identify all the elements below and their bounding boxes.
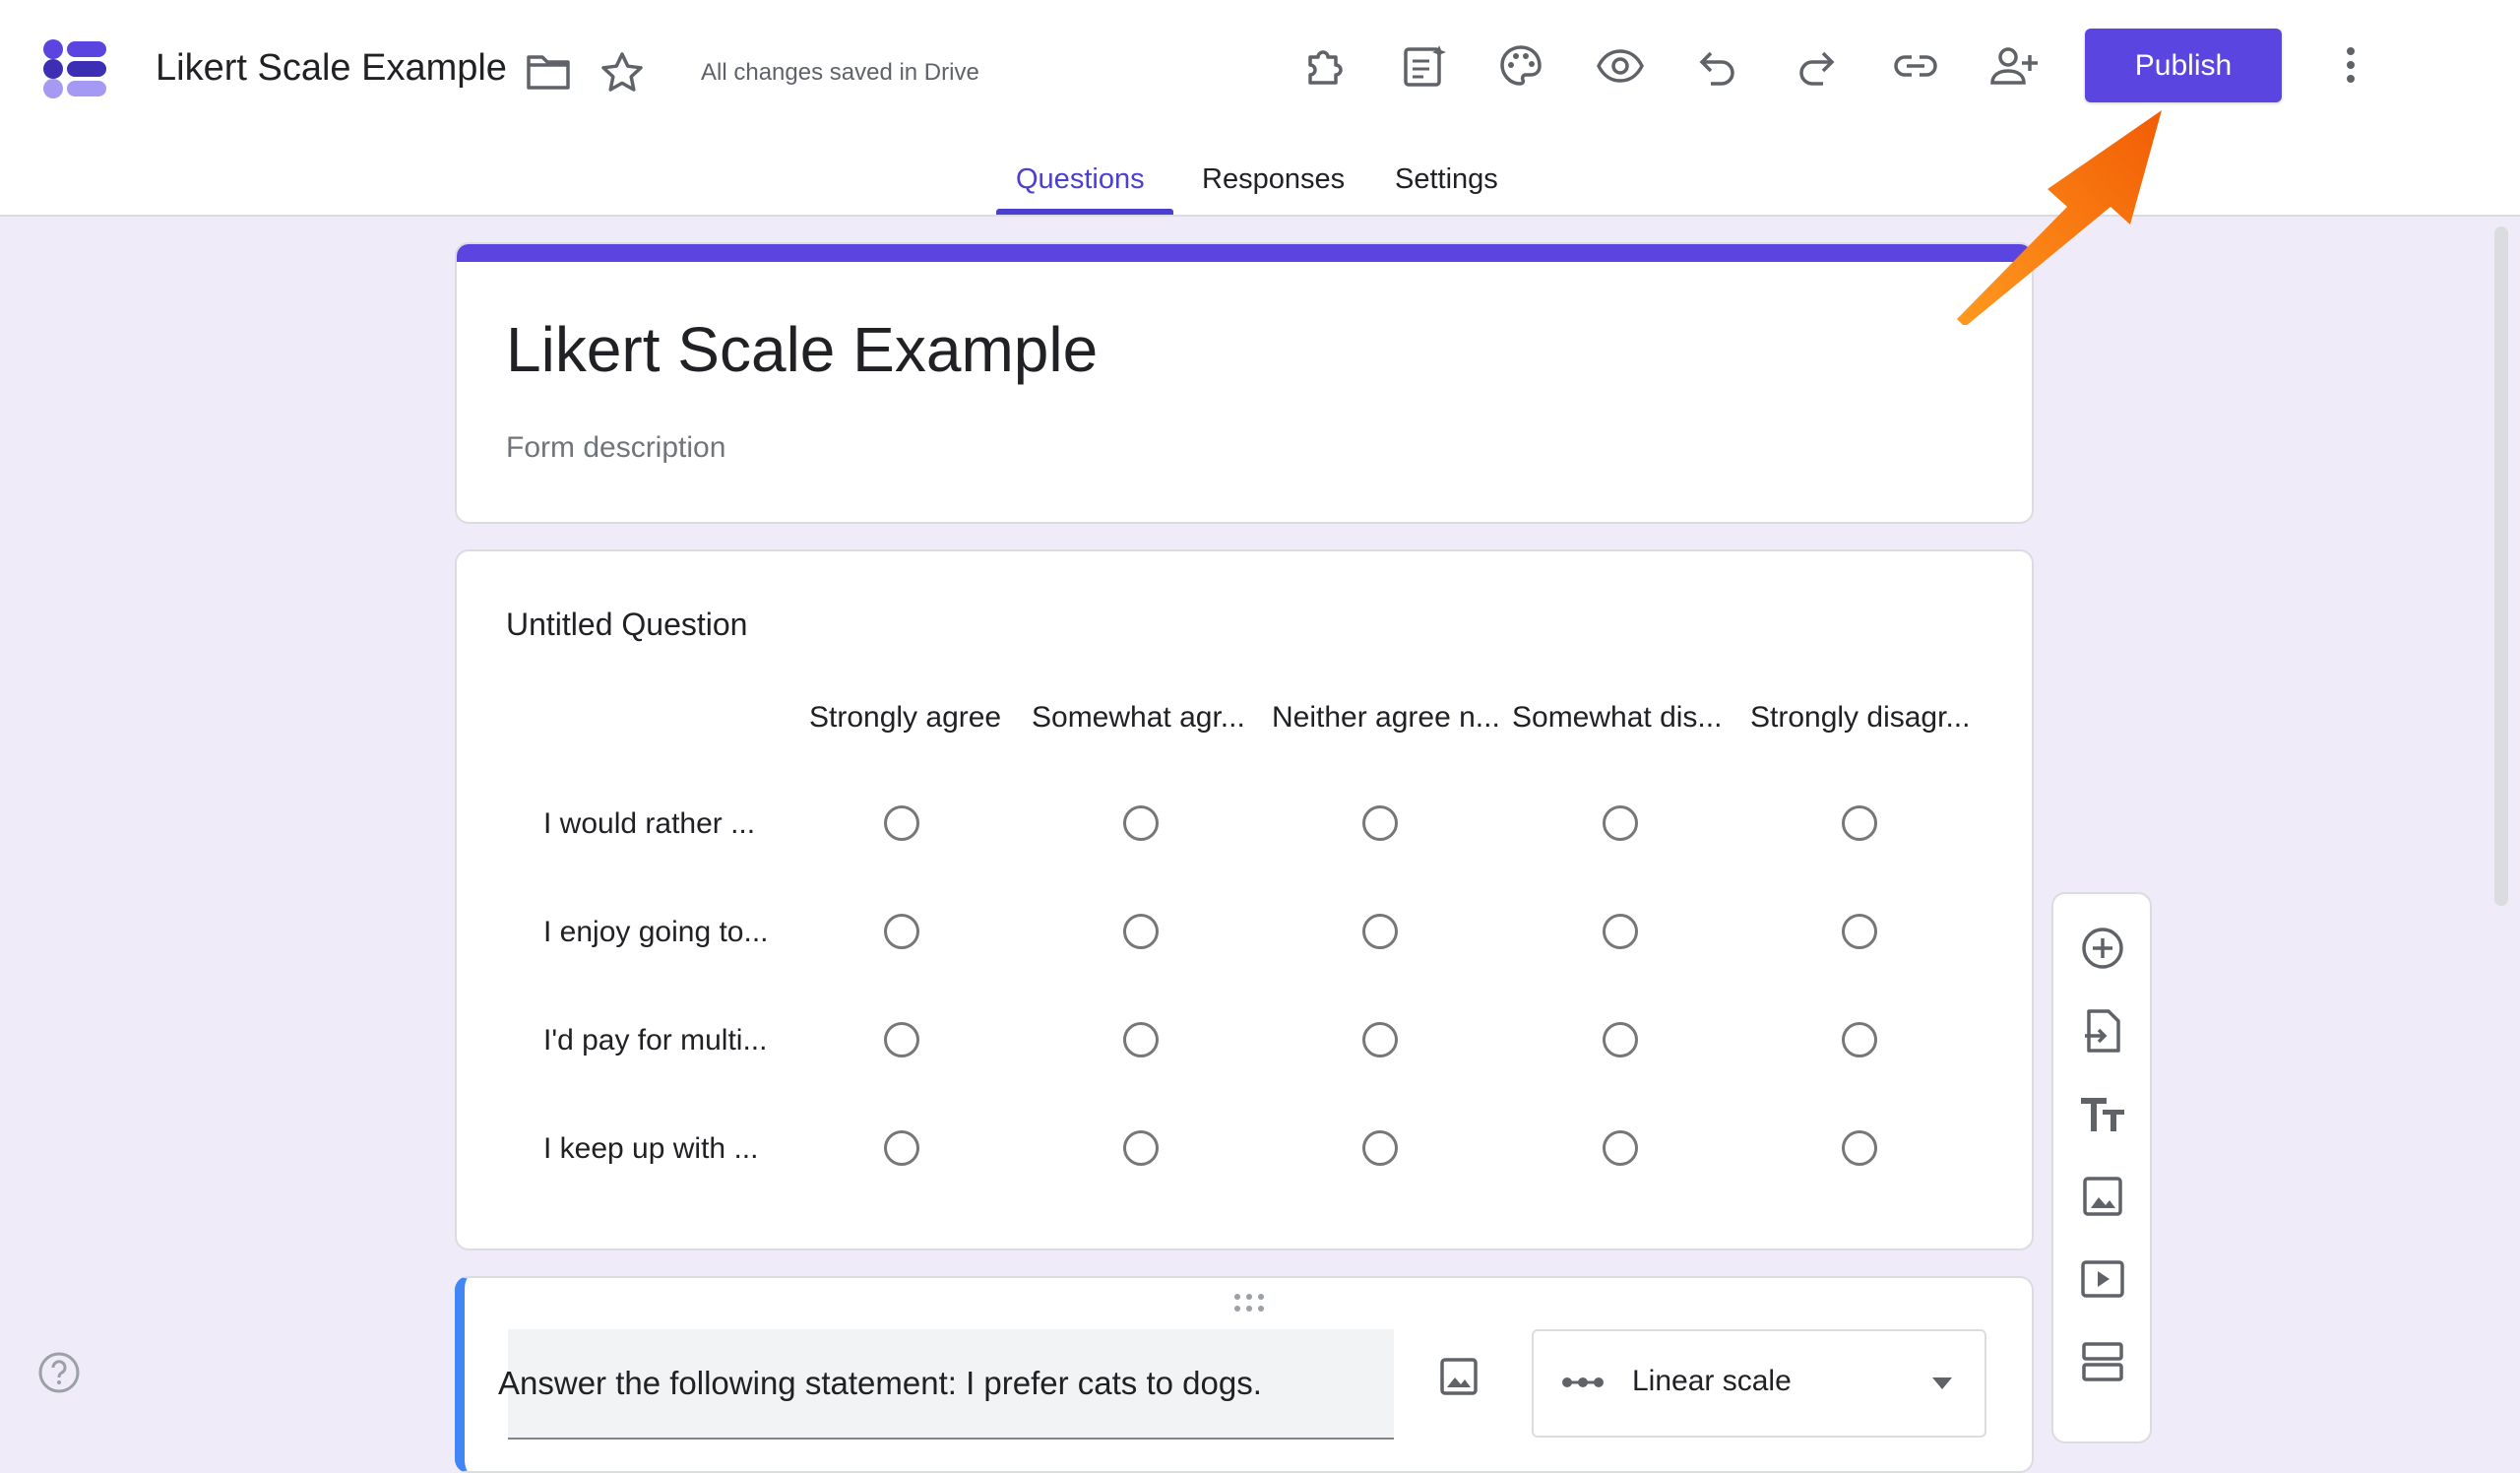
- grid-radio[interactable]: [1842, 914, 1877, 949]
- redo-icon[interactable]: [1796, 43, 1837, 89]
- add-title-icon[interactable]: [2078, 1089, 2127, 1138]
- tab-questions[interactable]: Questions: [1016, 163, 1145, 196]
- addons-icon[interactable]: [1302, 43, 1348, 89]
- grid-radio[interactable]: [1123, 805, 1159, 841]
- grid-row-label: I keep up with ...: [543, 1132, 759, 1165]
- grid-radio[interactable]: [1123, 1130, 1159, 1166]
- grid-radio[interactable]: [1123, 914, 1159, 949]
- grid-radio[interactable]: [1842, 1130, 1877, 1166]
- help-icon[interactable]: [37, 1351, 81, 1399]
- star-icon[interactable]: [600, 51, 644, 93]
- tab-responses[interactable]: Responses: [1202, 163, 1345, 196]
- drag-handle-icon[interactable]: [1232, 1292, 1266, 1318]
- publish-button[interactable]: Publish: [2085, 29, 2282, 102]
- question-text[interactable]: Answer the following statement: I prefer…: [498, 1365, 1262, 1402]
- gemini-form-icon[interactable]: [1402, 43, 1447, 89]
- grid-radio[interactable]: [1362, 1130, 1398, 1166]
- grid-row-label: I would rather ...: [543, 807, 756, 840]
- add-image-icon[interactable]: [1439, 1357, 1479, 1401]
- document-title[interactable]: Likert Scale Example: [156, 47, 507, 90]
- add-collaborator-icon[interactable]: [1988, 43, 2040, 89]
- preview-eye-icon[interactable]: [1597, 43, 1644, 89]
- more-vert-icon[interactable]: [2341, 43, 2361, 87]
- add-video-icon[interactable]: [2078, 1254, 2127, 1304]
- form-description[interactable]: Form description: [506, 431, 725, 465]
- grid-radio[interactable]: [884, 914, 919, 949]
- grid-radio[interactable]: [1123, 1022, 1159, 1057]
- grid-radio[interactable]: [884, 805, 919, 841]
- question-title: Untitled Question: [506, 607, 748, 642]
- grid-column-label: Somewhat dis...: [1512, 701, 1723, 734]
- import-questions-icon[interactable]: [2078, 1006, 2127, 1056]
- google-forms-logo[interactable]: [39, 35, 114, 100]
- add-section-icon[interactable]: [2078, 1337, 2127, 1386]
- grid-row-label: I enjoy going to...: [543, 916, 769, 948]
- form-title-card[interactable]: Likert Scale Example Form description: [455, 242, 2034, 524]
- side-toolbar: [2051, 892, 2152, 1443]
- save-status: All changes saved in Drive: [701, 59, 979, 86]
- form-title[interactable]: Likert Scale Example: [506, 313, 1098, 386]
- chevron-down-icon: [1931, 1377, 1953, 1395]
- grid-radio[interactable]: [1842, 805, 1877, 841]
- question-card[interactable]: Untitled Question Strongly agree Somewha…: [455, 549, 2034, 1250]
- grid-radio[interactable]: [1842, 1022, 1877, 1057]
- linear-scale-icon: [1561, 1375, 1605, 1395]
- grid-radio[interactable]: [1362, 805, 1398, 841]
- grid-column-label: Neither agree n...: [1272, 701, 1500, 734]
- undo-icon[interactable]: [1697, 43, 1738, 89]
- link-icon[interactable]: [1892, 43, 1939, 89]
- grid-row-label: I'd pay for multi...: [543, 1024, 768, 1057]
- grid-column-label: Strongly agree: [809, 701, 1002, 734]
- tab-settings[interactable]: Settings: [1395, 163, 1498, 196]
- grid-radio[interactable]: [1603, 805, 1638, 841]
- question-type-dropdown[interactable]: Linear scale: [1532, 1329, 1986, 1438]
- grid-radio[interactable]: [1603, 914, 1638, 949]
- annotation-arrow: [1929, 108, 2166, 330]
- add-question-icon[interactable]: [2078, 924, 2127, 973]
- grid-radio[interactable]: [1362, 1022, 1398, 1057]
- add-image-icon[interactable]: [2078, 1172, 2127, 1221]
- folder-icon[interactable]: [526, 51, 571, 91]
- accent-bar: [457, 244, 2032, 262]
- active-tab-indicator: [996, 209, 1173, 215]
- grid-radio[interactable]: [1603, 1022, 1638, 1057]
- active-question-card[interactable]: Answer the following statement: I prefer…: [455, 1276, 2034, 1473]
- grid-column-label: Somewhat agr...: [1032, 701, 1245, 734]
- grid-radio[interactable]: [884, 1022, 919, 1057]
- palette-icon[interactable]: [1498, 43, 1544, 89]
- page-scrollbar[interactable]: [2494, 226, 2508, 906]
- grid-radio[interactable]: [1362, 914, 1398, 949]
- grid-radio[interactable]: [1603, 1130, 1638, 1166]
- grid-column-label: Strongly disagr...: [1750, 701, 1971, 734]
- grid-radio[interactable]: [884, 1130, 919, 1166]
- question-type-label: Linear scale: [1632, 1365, 1792, 1397]
